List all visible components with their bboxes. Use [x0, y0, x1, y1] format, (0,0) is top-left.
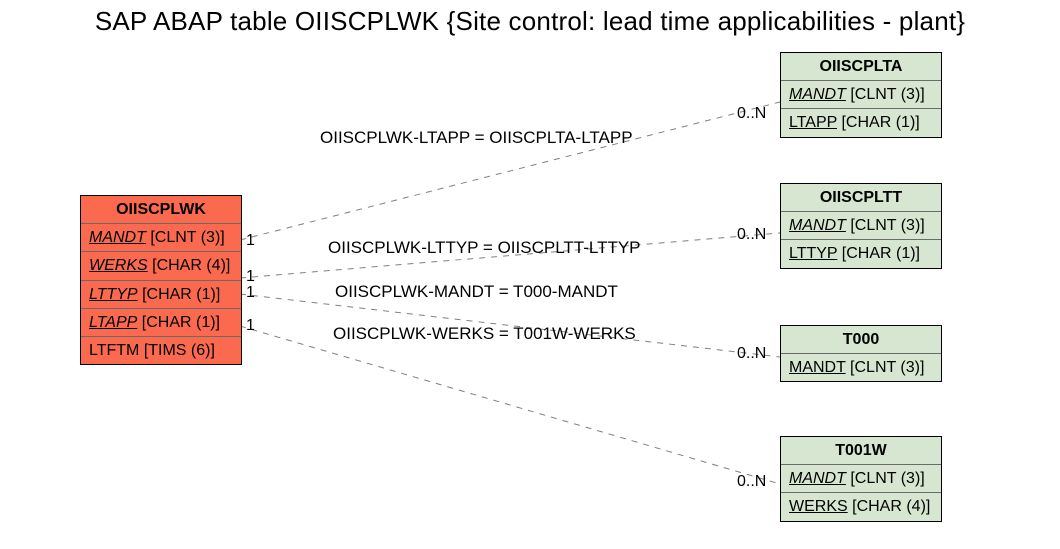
cardinality-right: 0..N: [737, 226, 766, 244]
field-row: LTTYP [CHAR (1)]: [81, 281, 241, 309]
field-row: WERKS [CHAR (4)]: [81, 252, 241, 280]
field-name: LTFTM: [89, 342, 139, 359]
cardinality-right: 0..N: [737, 345, 766, 363]
field-name: WERKS: [789, 498, 848, 515]
field-row: LTAPP [CHAR (1)]: [781, 109, 941, 136]
cardinality-right: 0..N: [737, 105, 766, 123]
relation-label: OIISCPLWK-LTTYP = OIISCPLTT-LTTYP: [328, 238, 641, 258]
field-type: [CHAR (4)]: [152, 257, 230, 274]
field-type: [CLNT (3)]: [850, 86, 924, 103]
relation-label: OIISCPLWK-LTAPP = OIISCPLTA-LTAPP: [320, 128, 633, 148]
field-name: MANDT: [789, 217, 846, 234]
cardinality-left: 1: [246, 232, 255, 250]
field-type: [CLNT (3)]: [850, 217, 924, 234]
entity-t001w: T001W MANDT [CLNT (3)] WERKS [CHAR (4)]: [780, 436, 942, 522]
field-name: WERKS: [89, 257, 148, 274]
entity-oiiscplta: OIISCPLTA MANDT [CLNT (3)] LTAPP [CHAR (…: [780, 52, 942, 138]
entity-t000: T000 MANDT [CLNT (3)]: [780, 325, 942, 382]
field-type: [CHAR (1)]: [841, 114, 919, 131]
field-name: MANDT: [789, 359, 846, 376]
entity-oiiscplwk: OIISCPLWK MANDT [CLNT (3)] WERKS [CHAR (…: [80, 195, 242, 365]
entity-oiiscplta-title: OIISCPLTA: [781, 53, 941, 81]
cardinality-right: 0..N: [737, 473, 766, 491]
field-type: [TIMS (6)]: [144, 342, 215, 359]
entity-t000-title: T000: [781, 326, 941, 354]
field-type: [CLNT (3)]: [850, 359, 924, 376]
entity-oiiscpltt: OIISCPLTT MANDT [CLNT (3)] LTTYP [CHAR (…: [780, 183, 942, 269]
field-row: MANDT [CLNT (3)]: [781, 465, 941, 493]
field-name: LTTYP: [789, 245, 837, 262]
field-row: MANDT [CLNT (3)]: [81, 224, 241, 252]
field-type: [CLNT (3)]: [850, 470, 924, 487]
entity-t001w-title: T001W: [781, 437, 941, 465]
field-type: [CLNT (3)]: [150, 229, 224, 246]
field-name: MANDT: [789, 470, 846, 487]
field-row: LTAPP [CHAR (1)]: [81, 309, 241, 337]
field-row: MANDT [CLNT (3)]: [781, 212, 941, 240]
diagram-stage: SAP ABAP table OIISCPLWK {Site control: …: [0, 0, 1060, 549]
field-row: MANDT [CLNT (3)]: [781, 354, 941, 381]
field-type: [CHAR (4)]: [852, 498, 930, 515]
field-name: LTAPP: [789, 114, 837, 131]
field-type: [CHAR (1)]: [842, 245, 920, 262]
field-row: LTFTM [TIMS (6)]: [81, 337, 241, 364]
field-name: MANDT: [89, 229, 146, 246]
field-row: LTTYP [CHAR (1)]: [781, 240, 941, 267]
field-type: [CHAR (1)]: [142, 314, 220, 331]
cardinality-left: 1: [246, 284, 255, 302]
relation-label: OIISCPLWK-MANDT = T000-MANDT: [335, 282, 618, 302]
entity-oiiscpltt-title: OIISCPLTT: [781, 184, 941, 212]
field-name: LTAPP: [89, 314, 137, 331]
field-name: MANDT: [789, 86, 846, 103]
cardinality-left: 1: [246, 317, 255, 335]
field-row: WERKS [CHAR (4)]: [781, 493, 941, 520]
relation-label: OIISCPLWK-WERKS = T001W-WERKS: [333, 324, 636, 344]
field-name: LTTYP: [89, 286, 138, 303]
entity-oiiscplwk-title: OIISCPLWK: [81, 196, 241, 224]
page-title: SAP ABAP table OIISCPLWK {Site control: …: [0, 6, 1060, 37]
field-type: [CHAR (1)]: [142, 286, 220, 303]
field-row: MANDT [CLNT (3)]: [781, 81, 941, 109]
